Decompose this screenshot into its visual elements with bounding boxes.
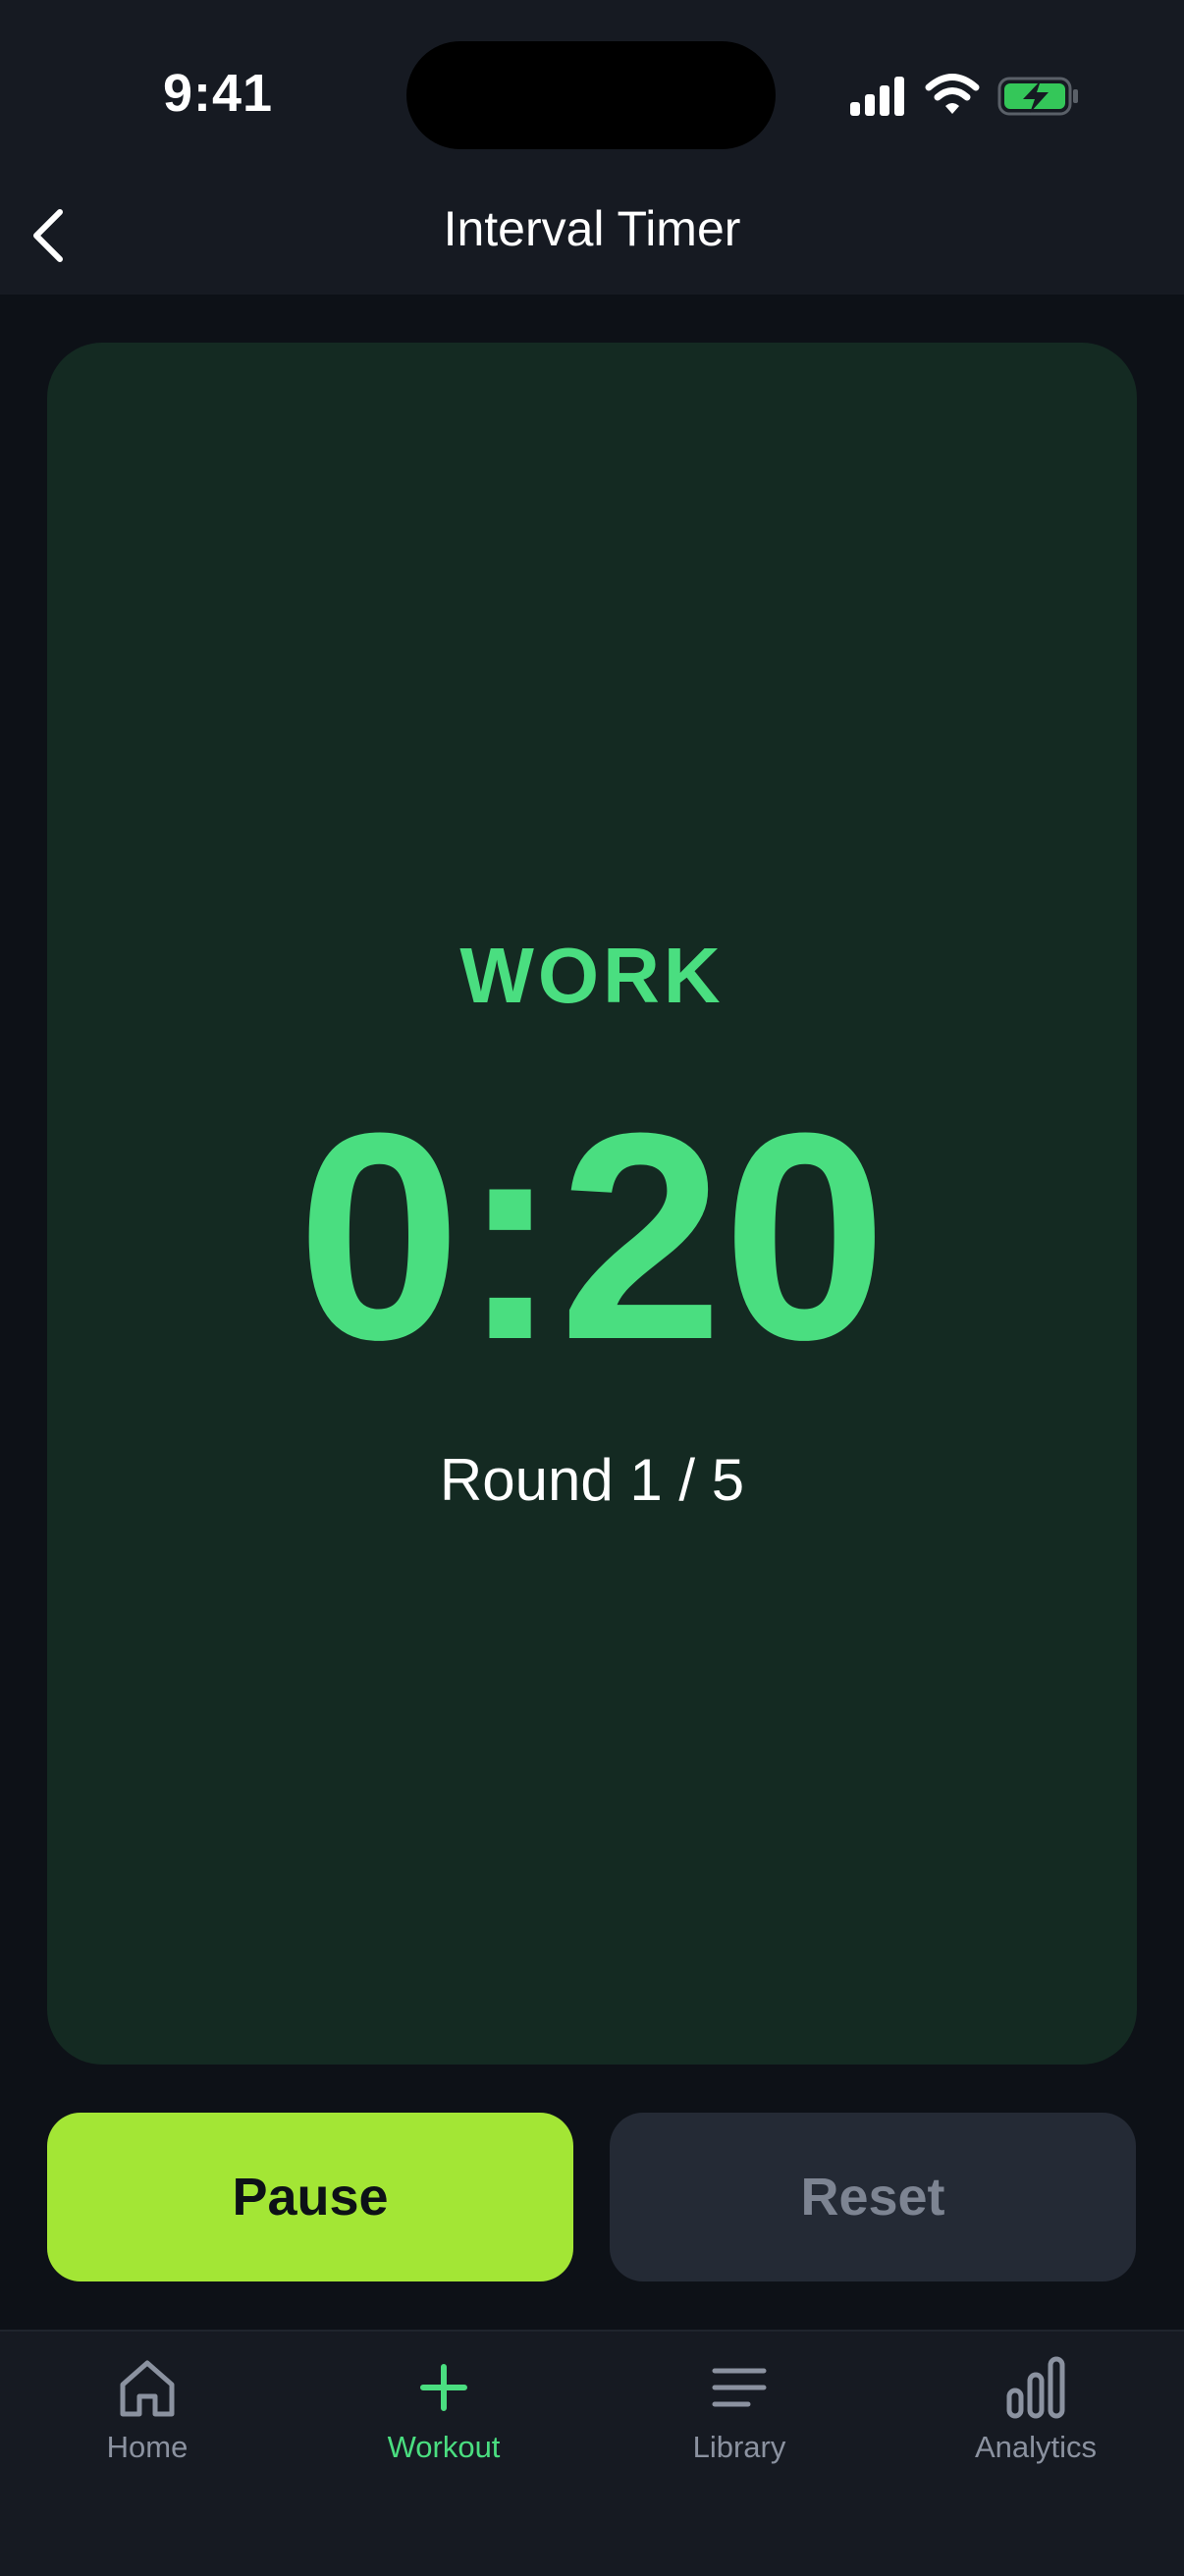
tab-label: Workout: [387, 2430, 501, 2464]
signal-icon: [850, 77, 904, 116]
page-title: Interval Timer: [443, 201, 741, 256]
tab-bar: Home Workout Library Analytics: [0, 2330, 1184, 2576]
timer-display: 0:20: [296, 1071, 888, 1401]
tab-label: Library: [692, 2430, 786, 2464]
status-bar: 9:41: [0, 0, 1184, 177]
tab-label: Home: [106, 2430, 188, 2464]
wifi-icon: [925, 74, 980, 114]
reset-button[interactable]: Reset: [610, 2113, 1136, 2281]
phase-label: WORK: [459, 932, 725, 1019]
tab-home[interactable]: Home: [39, 2353, 255, 2491]
plus-icon: [420, 2364, 467, 2411]
tab-analytics[interactable]: Analytics: [928, 2353, 1144, 2491]
timer-card: WORK 0:20 Round 1 / 5: [47, 343, 1137, 2065]
battery-charging-icon: [997, 77, 1078, 116]
status-time: 9:41: [163, 64, 274, 123]
tab-workout[interactable]: Workout: [336, 2353, 552, 2491]
tab-label: Analytics: [974, 2430, 1098, 2464]
round-label: Round 1 / 5: [439, 1447, 745, 1513]
nav-bar: Interval Timer: [0, 177, 1184, 295]
pause-button[interactable]: Pause: [47, 2113, 573, 2281]
main-content: WORK 0:20 Round 1 / 5: [0, 295, 1184, 2330]
list-icon: [712, 2368, 767, 2407]
dynamic-island: [406, 41, 776, 149]
tab-library[interactable]: Library: [631, 2353, 847, 2491]
home-icon: [120, 2360, 175, 2417]
bar-chart-icon: [1006, 2356, 1065, 2419]
